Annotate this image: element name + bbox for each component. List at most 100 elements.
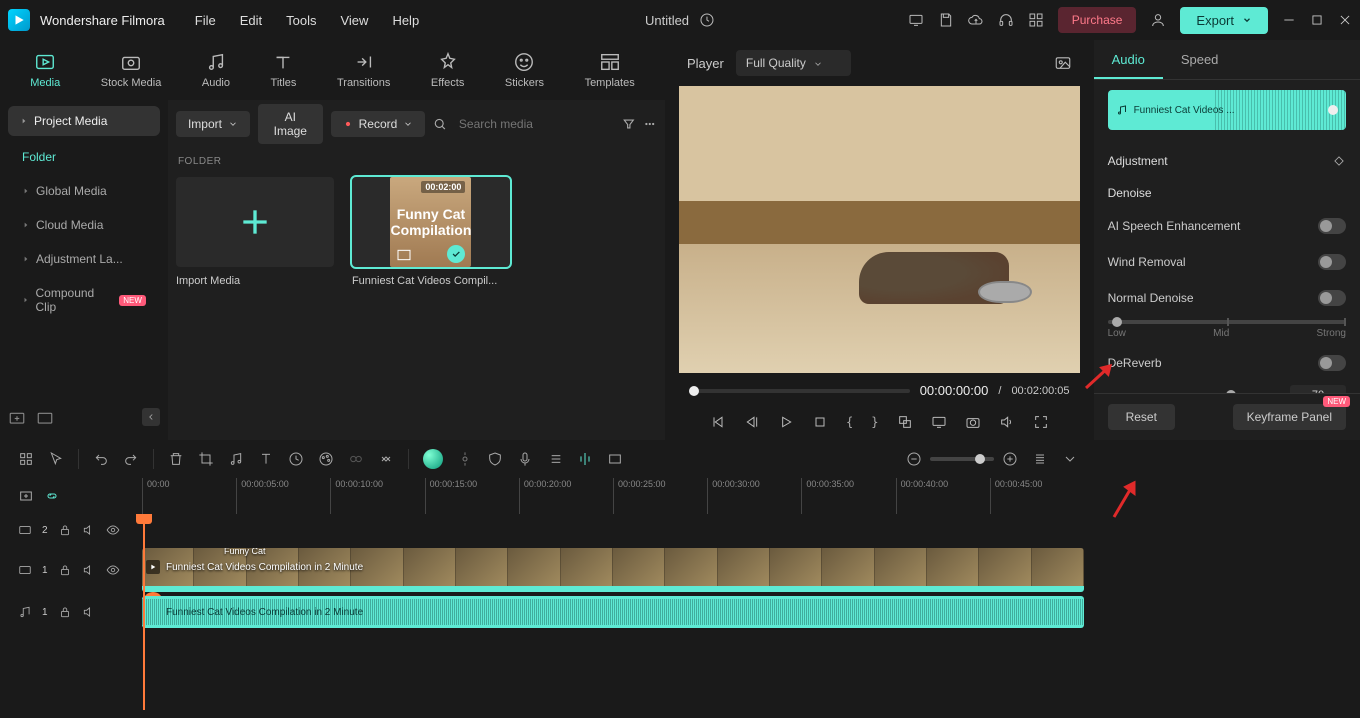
window-minimize-icon[interactable]	[1282, 13, 1296, 27]
camera-icon[interactable]	[965, 414, 981, 430]
sidebar-item-global[interactable]: Global Media	[8, 174, 160, 208]
menu-view[interactable]: View	[340, 13, 368, 28]
menu-help[interactable]: Help	[392, 13, 419, 28]
dereverb-toggle[interactable]	[1318, 355, 1346, 371]
shield-icon[interactable]	[487, 451, 503, 467]
collapse-sidebar-button[interactable]	[142, 408, 160, 426]
mute-icon[interactable]	[82, 523, 96, 537]
account-icon[interactable]	[1150, 12, 1166, 28]
menu-edit[interactable]: Edit	[240, 13, 262, 28]
timeline-ruler[interactable]: 00:00 00:00:05:00 00:00:10:00 00:00:15:0…	[142, 478, 1084, 514]
folder-label[interactable]: Folder	[8, 140, 160, 174]
window-maximize-icon[interactable]	[1310, 13, 1324, 27]
zoom-out-icon[interactable]	[906, 451, 922, 467]
crop-tl-icon[interactable]	[198, 451, 214, 467]
mic-icon[interactable]	[517, 451, 533, 467]
text-icon[interactable]	[258, 451, 274, 467]
crop-icon[interactable]	[897, 414, 913, 430]
link-tracks-icon[interactable]	[44, 488, 60, 504]
wind-toggle[interactable]	[1318, 254, 1346, 270]
tab-audio-props[interactable]: Audio	[1094, 40, 1163, 79]
tab-speed-props[interactable]: Speed	[1163, 40, 1237, 79]
audio-clip-waveform[interactable]: Funniest Cat Videos ...	[1108, 90, 1346, 130]
sidebar-item-cloud[interactable]: Cloud Media	[8, 208, 160, 242]
redo-icon[interactable]	[123, 451, 139, 467]
snapshot-icon[interactable]	[1054, 54, 1072, 72]
new-folder-icon[interactable]	[8, 408, 26, 426]
more-tl-icon[interactable]	[1062, 451, 1078, 467]
keyframe-panel-button[interactable]: Keyframe PanelNEW	[1233, 404, 1346, 430]
tab-stock-media[interactable]: Stock Media	[101, 51, 162, 89]
preview-scrubber[interactable]: 00:00:00:00 / 00:02:00:05	[673, 373, 1086, 408]
quality-select[interactable]: Full Quality	[736, 50, 851, 76]
audio-scroll[interactable]: Funniest Cat Videos ... Adjustment Denoi…	[1094, 80, 1360, 393]
export-button[interactable]: Export	[1180, 7, 1268, 34]
eye-icon[interactable]	[106, 563, 120, 577]
sidebar-item-adjustment[interactable]: Adjustment La...	[8, 242, 160, 276]
audio-track-icon[interactable]	[18, 605, 32, 619]
sparkle-icon[interactable]	[457, 451, 473, 467]
grid-icon[interactable]	[18, 451, 34, 467]
video-clip[interactable]: Funny Cat Funniest Cat Videos Compilatio…	[142, 548, 1084, 592]
normal-denoise-slider[interactable]	[1108, 320, 1346, 324]
undo-icon[interactable]	[93, 451, 109, 467]
bin-icon[interactable]	[36, 408, 54, 426]
split-icon[interactable]	[577, 451, 593, 467]
link-icon[interactable]	[348, 451, 364, 467]
playhead[interactable]	[143, 514, 145, 710]
tab-media[interactable]: Media	[30, 51, 60, 89]
apps-icon[interactable]	[1028, 12, 1044, 28]
layers-icon[interactable]	[1032, 451, 1048, 467]
ai-speech-toggle[interactable]	[1318, 218, 1346, 234]
preview-video[interactable]	[679, 86, 1080, 373]
search-input[interactable]	[455, 117, 614, 131]
headphones-icon[interactable]	[998, 12, 1014, 28]
list-icon[interactable]	[547, 451, 563, 467]
eye-icon[interactable]	[106, 523, 120, 537]
mark-out-icon[interactable]: }	[871, 415, 878, 429]
sidebar-item-compound[interactable]: Compound ClipNEW	[8, 276, 160, 324]
prev-frame-icon[interactable]	[710, 414, 726, 430]
ai-image-button[interactable]: AI Image	[258, 104, 323, 144]
device-icon[interactable]	[908, 12, 924, 28]
tab-effects[interactable]: Effects	[431, 51, 464, 89]
mark-in-icon[interactable]: {	[846, 415, 853, 429]
menu-tools[interactable]: Tools	[286, 13, 316, 28]
tab-templates[interactable]: Templates	[585, 51, 635, 89]
import-media-thumb[interactable]: Import Media	[176, 177, 334, 287]
normal-denoise-toggle[interactable]	[1318, 290, 1346, 306]
pointer-icon[interactable]	[48, 451, 64, 467]
speed-icon[interactable]	[288, 451, 304, 467]
audio-clip[interactable]: Funniest Cat Videos Compilation in 2 Min…	[142, 596, 1084, 628]
stop-icon[interactable]	[812, 414, 828, 430]
lock-icon[interactable]	[58, 563, 72, 577]
ai-badge-icon[interactable]	[423, 449, 443, 469]
expand-icon[interactable]	[378, 451, 394, 467]
tab-stickers[interactable]: Stickers	[505, 51, 544, 89]
clip-thumb[interactable]: Funny Cat Compilation 00:02:00 Funniest …	[352, 177, 510, 287]
adjustment-section[interactable]: Adjustment	[1108, 144, 1346, 178]
tab-audio[interactable]: Audio	[202, 51, 230, 89]
color-icon[interactable]	[318, 451, 334, 467]
window-close-icon[interactable]	[1338, 13, 1352, 27]
tab-titles[interactable]: Titles	[271, 51, 297, 89]
cloud-upload-icon[interactable]	[968, 12, 984, 28]
search-icon[interactable]	[433, 116, 447, 132]
doc-title[interactable]: Untitled	[645, 13, 689, 28]
import-button[interactable]: Import	[176, 111, 250, 137]
project-media-chip[interactable]: Project Media	[8, 106, 160, 136]
zoom-slider[interactable]	[930, 457, 994, 461]
mute-icon[interactable]	[82, 605, 96, 619]
volume-icon[interactable]	[999, 414, 1015, 430]
delete-icon[interactable]	[168, 451, 184, 467]
lock-icon[interactable]	[58, 523, 72, 537]
play-icon[interactable]	[778, 414, 794, 430]
aspect-icon[interactable]	[607, 451, 623, 467]
record-button[interactable]: Record	[331, 111, 426, 137]
denoise-section[interactable]: Denoise	[1108, 178, 1346, 208]
save-icon[interactable]	[938, 12, 954, 28]
play-back-icon[interactable]	[744, 414, 760, 430]
menu-file[interactable]: File	[195, 13, 216, 28]
dereverb-value[interactable]: 70	[1290, 385, 1346, 393]
purchase-button[interactable]: Purchase	[1058, 7, 1137, 33]
